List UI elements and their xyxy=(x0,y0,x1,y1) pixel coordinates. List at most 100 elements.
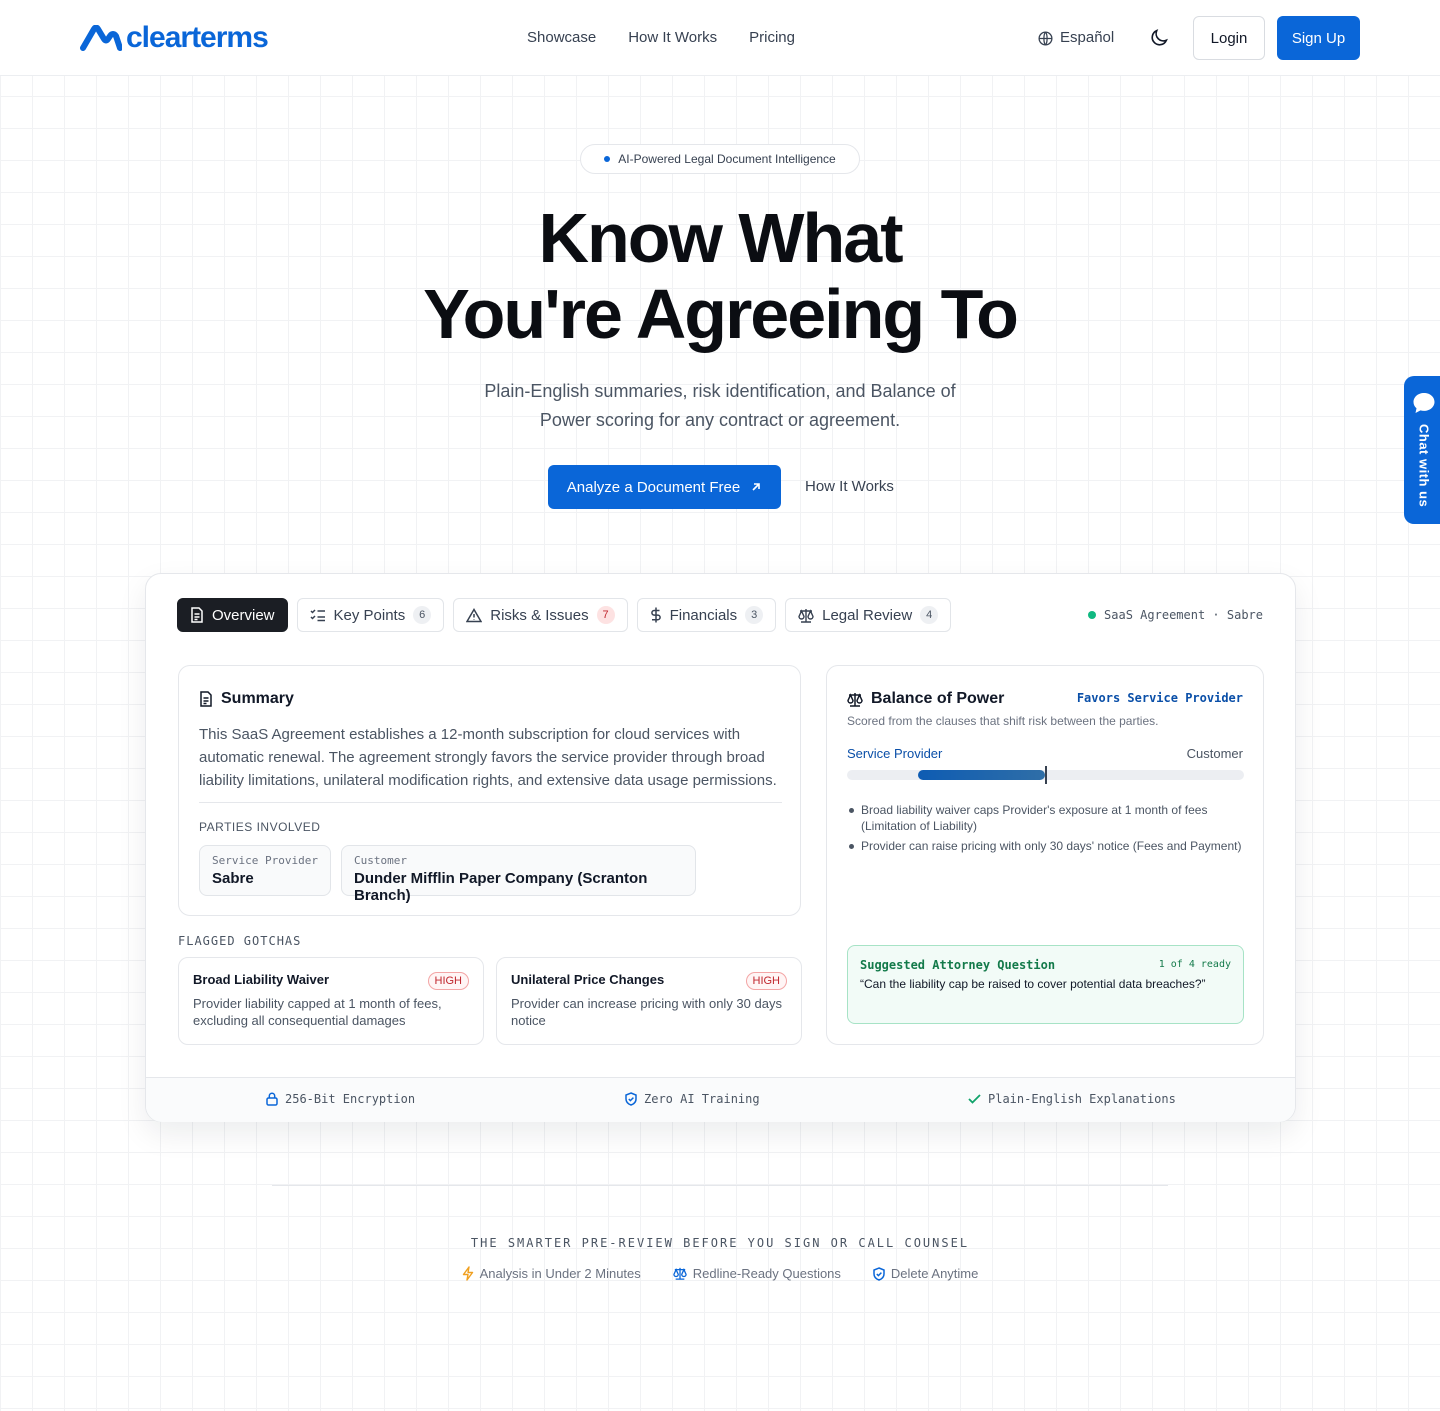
feature-label: Redline-Ready Questions xyxy=(692,1266,841,1281)
section-divider xyxy=(272,1185,1168,1186)
lightning-icon xyxy=(462,1266,473,1281)
gotcha-card[interactable]: Broad Liability Waiver HIGH Provider lia… xyxy=(178,957,484,1045)
gotcha-text: Provider liability capped at 1 month of … xyxy=(193,996,442,1028)
summary-panel: Summary This SaaS Agreement establishes … xyxy=(178,665,801,916)
dollar-icon xyxy=(650,607,661,623)
legal-review-count: 4 xyxy=(920,606,939,624)
feature-label: Delete Anytime xyxy=(890,1266,979,1281)
severity-badge: HIGH xyxy=(427,972,469,990)
tab-legal-review-label: Legal Review xyxy=(822,606,913,624)
trust-bar: 256-Bit Encryption Zero AI Training Plai… xyxy=(146,1077,1295,1122)
document-icon xyxy=(191,607,203,623)
balance-title: Balance of Power xyxy=(847,690,1004,708)
tagline: THE SMARTER PRE-REVIEW BEFORE YOU SIGN O… xyxy=(470,1236,970,1250)
analysis-tabs: Overview Key Points 6 Risks & Issues 7 F… xyxy=(177,598,952,632)
scales-icon xyxy=(847,692,863,707)
balance-left-label: Service Provider xyxy=(847,746,943,761)
brand-name: clearterms xyxy=(126,21,269,54)
list-item: Broad liability waiver caps Provider's e… xyxy=(847,802,1244,834)
analyze-document-button[interactable]: Analyze a Document Free xyxy=(548,465,781,509)
attorney-question-count: 1 of 4 ready xyxy=(1158,959,1231,970)
shield-check-icon xyxy=(625,1092,637,1106)
balance-meter-fill xyxy=(918,770,1046,780)
party-role: Customer xyxy=(354,854,407,867)
main-nav: Showcase How It Works Pricing xyxy=(527,28,795,48)
warning-triangle-icon xyxy=(466,607,483,622)
financials-count: 3 xyxy=(745,606,764,624)
feature-list: Analysis in Under 2 Minutes Redline-Read… xyxy=(0,1266,1440,1281)
balance-points-list: Broad liability waiver caps Provider's e… xyxy=(847,802,1244,858)
trust-item-label: Plain-English Explanations xyxy=(988,1092,1176,1106)
check-icon xyxy=(968,1094,981,1104)
tab-legal-review[interactable]: Legal Review 4 xyxy=(785,598,952,632)
chat-label: Chat with us xyxy=(1416,424,1432,508)
hero-title: Know What You're Agreeing To xyxy=(320,200,1120,352)
logo-mark-icon xyxy=(80,25,122,51)
balance-right-label: Customer xyxy=(1186,746,1243,761)
summary-title: Summary xyxy=(199,690,294,708)
theme-toggle[interactable] xyxy=(1148,27,1170,49)
party-role: Service Provider xyxy=(212,854,318,867)
tab-key-points-label: Key Points xyxy=(333,606,406,624)
gotcha-card[interactable]: Unilateral Price Changes HIGH Provider c… xyxy=(496,957,802,1045)
chat-bubble-icon xyxy=(1413,393,1435,413)
list-item: Provider can raise pricing with only 30 … xyxy=(847,838,1244,854)
hero-badge: AI-Powered Legal Document Intelligence xyxy=(580,144,860,174)
hero-title-line2: You're Agreeing To xyxy=(423,275,1019,353)
document-icon xyxy=(200,691,212,707)
scales-icon xyxy=(798,608,814,623)
balance-verdict: Favors Service Provider xyxy=(1076,691,1243,705)
balance-meter xyxy=(847,766,1244,784)
trust-item-label: Zero AI Training xyxy=(644,1092,760,1106)
parties-heading: PARTIES INVOLVED xyxy=(199,820,321,834)
how-it-works-link[interactable]: How It Works xyxy=(805,477,894,497)
hero-title-line1: Know What xyxy=(538,199,903,277)
party-service-provider: Service Provider Sabre xyxy=(199,845,331,896)
key-points-count: 6 xyxy=(413,606,432,624)
feature-redline-questions: Redline-Ready Questions xyxy=(673,1266,841,1281)
hero-subtitle: Plain-English summaries, risk identifica… xyxy=(484,381,956,430)
hero-badge-text: AI-Powered Legal Document Intelligence xyxy=(618,152,836,166)
demo-analysis-card: Overview Key Points 6 Risks & Issues 7 F… xyxy=(145,573,1296,1122)
nav-showcase[interactable]: Showcase xyxy=(527,28,596,48)
tab-risks-label: Risks & Issues xyxy=(490,606,589,624)
language-label: Español xyxy=(1060,29,1115,46)
attorney-question-text: “Can the liability cap be raised to cove… xyxy=(860,977,1206,991)
tab-overview-label: Overview xyxy=(212,606,275,624)
tab-risks-issues[interactable]: Risks & Issues 7 xyxy=(453,598,628,632)
tab-financials-label: Financials xyxy=(669,606,738,624)
tab-financials[interactable]: Financials 3 xyxy=(636,598,777,632)
feature-fast-analysis: Analysis in Under 2 Minutes xyxy=(462,1266,641,1281)
summary-text: This SaaS Agreement establishes a 12-mon… xyxy=(199,726,777,789)
flagged-gotchas-heading: FLAGGED GOTCHAS xyxy=(178,934,302,948)
document-label-text: SaaS Agreement · Sabre xyxy=(1104,608,1263,622)
trust-item-plain-english: Plain-English Explanations xyxy=(968,1092,1176,1106)
risks-count: 7 xyxy=(596,606,615,624)
balance-scored-text: Scored from the clauses that shift risk … xyxy=(847,714,1159,728)
chat-with-us-button[interactable]: Chat with us xyxy=(1404,376,1440,524)
status-dot xyxy=(1088,611,1097,619)
tab-key-points[interactable]: Key Points 6 xyxy=(296,598,445,632)
feature-label: Analysis in Under 2 Minutes xyxy=(479,1266,641,1281)
arrow-up-right-icon xyxy=(752,483,761,491)
feature-delete-anytime: Delete Anytime xyxy=(873,1266,978,1281)
login-button[interactable]: Login xyxy=(1193,16,1265,60)
party-customer: Customer Dunder Mifflin Paper Company (S… xyxy=(341,845,696,904)
globe-icon xyxy=(1038,30,1053,46)
nav-how-it-works[interactable]: How It Works xyxy=(628,28,717,48)
brand-logo[interactable]: clearterms xyxy=(80,21,269,54)
moon-icon xyxy=(1151,29,1168,46)
checklist-icon xyxy=(309,609,325,622)
attorney-question-box[interactable]: Suggested Attorney Question 1 of 4 ready… xyxy=(847,945,1244,1024)
tab-overview[interactable]: Overview xyxy=(177,598,288,632)
signup-button[interactable]: Sign Up xyxy=(1277,16,1360,60)
scales-icon xyxy=(673,1267,687,1280)
nav-pricing[interactable]: Pricing xyxy=(749,28,795,48)
trust-item-encryption: 256-Bit Encryption xyxy=(266,1092,415,1106)
summary-divider xyxy=(199,802,782,803)
trust-item-label: 256-Bit Encryption xyxy=(285,1092,416,1106)
severity-badge: HIGH xyxy=(745,972,787,990)
language-selector[interactable]: Español xyxy=(1037,28,1114,48)
top-header: clearterms Showcase How It Works Pricing… xyxy=(0,0,1440,76)
analyze-button-label: Analyze a Document Free xyxy=(566,478,741,496)
